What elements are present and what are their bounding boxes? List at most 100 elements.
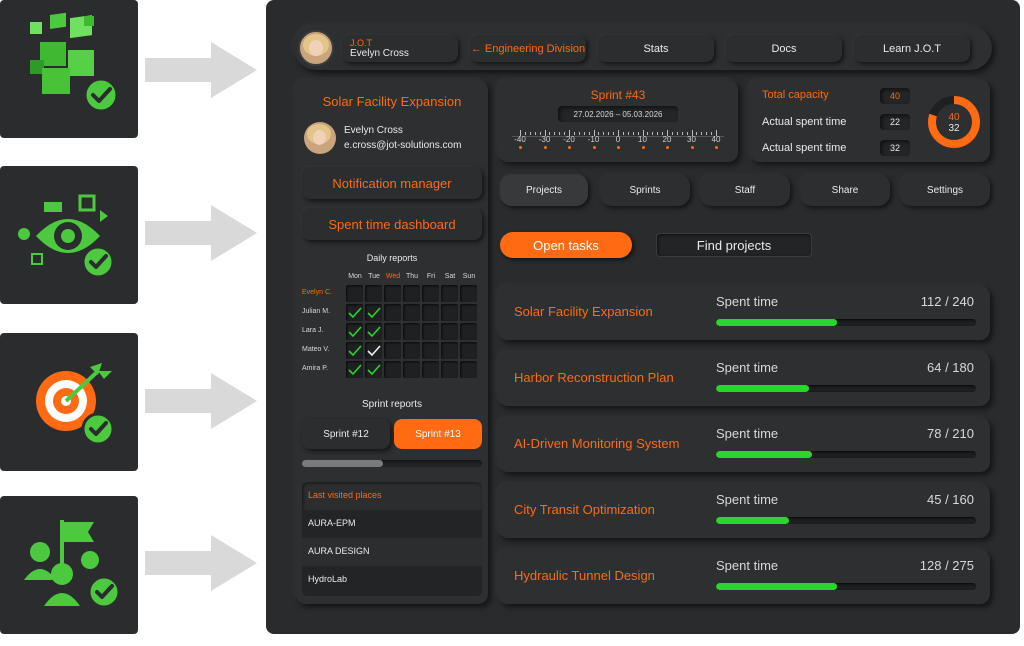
day-header: Sun (462, 273, 476, 280)
report-cell[interactable] (441, 304, 458, 321)
ruler-marker (641, 146, 645, 149)
donut-top-value: 40 (948, 112, 960, 123)
report-cell[interactable] (346, 361, 363, 378)
user-name: Evelyn Cross (350, 48, 409, 59)
spent-time-label: Spent time (716, 360, 779, 375)
capacity-value-spent: 22 (880, 114, 910, 130)
feature-tile-team (0, 496, 138, 634)
report-cell[interactable] (403, 285, 420, 302)
report-cell[interactable] (422, 323, 439, 340)
donut-bottom-value: 32 (948, 123, 960, 134)
spent-time-progress (716, 517, 976, 524)
report-person: Lara J. (302, 327, 324, 334)
report-cell[interactable] (346, 285, 363, 302)
progress-fill (716, 385, 809, 392)
spent-time-label: Spent time (716, 492, 779, 507)
sidebar-project-title: Solar Facility Expansion (322, 94, 462, 109)
capacity-label-total: Total capacity (762, 89, 829, 101)
report-cell[interactable] (365, 285, 382, 302)
report-cell[interactable] (460, 361, 477, 378)
report-cell[interactable] (346, 323, 363, 340)
report-cell[interactable] (365, 342, 382, 359)
project-card[interactable]: Hydraulic Tunnel Design Spent time 128 / 2… (498, 550, 990, 604)
report-cell[interactable] (441, 323, 458, 340)
last-visited-item[interactable]: AURA-EPM (302, 510, 482, 538)
report-cell[interactable] (384, 323, 401, 340)
tab-sprints[interactable]: Sprints (600, 174, 690, 206)
report-cell[interactable] (460, 323, 477, 340)
day-header: Mon (348, 273, 362, 280)
open-tasks-button[interactable]: Open tasks (500, 232, 632, 258)
find-projects-button[interactable]: Find projects (656, 233, 812, 257)
report-cell[interactable] (365, 361, 382, 378)
report-cell[interactable] (365, 304, 382, 321)
progress-fill (716, 319, 838, 326)
check-icon (367, 345, 381, 357)
nav-learn-button[interactable]: Learn J.O.T (854, 35, 970, 62)
report-cell[interactable] (403, 323, 420, 340)
report-cell[interactable] (346, 342, 363, 359)
report-cell[interactable] (422, 342, 439, 359)
spent-time-value: 112 / 240 (920, 294, 974, 309)
spent-time-value: 78 / 210 (927, 426, 974, 441)
report-cell[interactable] (441, 285, 458, 302)
progress-fill (716, 517, 790, 524)
report-cell[interactable] (460, 285, 477, 302)
report-cell[interactable] (384, 361, 401, 378)
project-card[interactable]: AI-Driven Monitoring System Spent time 78 … (498, 418, 990, 472)
report-cell[interactable] (422, 285, 439, 302)
scrollbar-thumb[interactable] (302, 460, 383, 467)
arrow-right-icon (145, 373, 257, 429)
capacity-label-spent-2: Actual spent time (762, 142, 847, 154)
report-cell[interactable] (384, 342, 401, 359)
nav-stats-button[interactable]: Stats (598, 35, 714, 62)
report-cell[interactable] (422, 361, 439, 378)
capacity-donut: 40 32 (928, 96, 980, 148)
spent-time-progress (716, 319, 976, 326)
sidebar-avatar[interactable] (304, 122, 336, 154)
team-flag-check-icon (24, 520, 121, 609)
project-card[interactable]: Solar Facility Expansion Spent time 112 / … (498, 286, 990, 340)
last-visited-item[interactable]: HydroLab (302, 566, 482, 596)
report-cell[interactable] (365, 323, 382, 340)
spent-time-dashboard-button[interactable]: Spent time dashboard (302, 208, 482, 240)
tab-projects[interactable]: Projects (500, 174, 588, 206)
project-card[interactable]: Harbor Reconstruction Plan Spent time 64 /… (498, 352, 990, 406)
feature-tile-target (0, 333, 138, 471)
report-person: Evelyn C. (302, 289, 332, 296)
report-cell[interactable] (441, 342, 458, 359)
report-cell[interactable] (441, 361, 458, 378)
report-cell[interactable] (384, 285, 401, 302)
day-header: Fri (426, 273, 436, 280)
avatar[interactable] (298, 30, 334, 66)
project-card[interactable]: City Transit Optimization Spent time 45 / … (498, 484, 990, 538)
sprint-reports-title: Sprint reports (361, 399, 423, 410)
ruler-marker (690, 146, 694, 149)
arrow-right-icon (145, 42, 257, 98)
sprint-13-button[interactable]: Sprint #13 (394, 419, 482, 449)
report-cell[interactable] (403, 361, 420, 378)
report-cell[interactable] (403, 304, 420, 321)
notification-manager-button[interactable]: Notification manager (302, 167, 482, 199)
tab-staff[interactable]: Staff (700, 174, 790, 206)
top-header: J.O.T Evelyn Cross ← Engineering Divisio… (294, 26, 992, 70)
report-cell[interactable] (384, 304, 401, 321)
daily-reports-title: Daily reports (366, 253, 418, 263)
report-cell[interactable] (460, 304, 477, 321)
report-cell[interactable] (346, 304, 363, 321)
ruler-label: -30 (538, 135, 551, 144)
report-cell[interactable] (460, 342, 477, 359)
nav-docs-button[interactable]: Docs (726, 35, 842, 62)
user-chip[interactable]: J.O.T Evelyn Cross (342, 35, 458, 62)
feature-tile-eye (0, 166, 138, 304)
sprint-reports-scrollbar[interactable] (302, 460, 482, 467)
project-name: Hydraulic Tunnel Design (514, 568, 655, 583)
check-icon (348, 364, 362, 376)
division-back-button[interactable]: ← Engineering Division (470, 35, 586, 62)
sprint-12-button[interactable]: Sprint #12 (302, 419, 390, 449)
tab-settings[interactable]: Settings (900, 174, 990, 206)
last-visited-item[interactable]: AURA DESIGN (302, 538, 482, 566)
report-cell[interactable] (403, 342, 420, 359)
report-cell[interactable] (422, 304, 439, 321)
tab-share[interactable]: Share (800, 174, 890, 206)
